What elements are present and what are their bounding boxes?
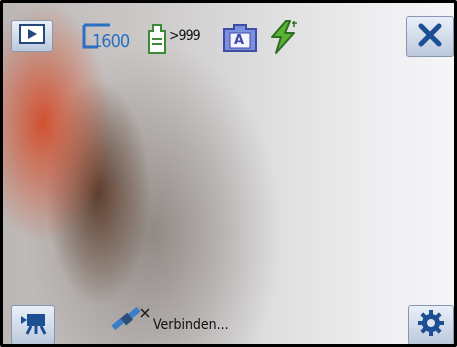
- remaining-shots: >999: [169, 28, 201, 44]
- resolution-value: 1600: [92, 31, 130, 52]
- play-icon: [19, 24, 45, 48]
- flash-icon: [266, 19, 300, 55]
- memory-card-icon: [146, 23, 168, 55]
- play-button[interactable]: [11, 20, 53, 52]
- camera-viewfinder: 1600 >999 A Verbinden...: [0, 0, 457, 347]
- gps-satellite-icon: [110, 305, 152, 339]
- close-button[interactable]: [406, 16, 454, 57]
- gear-icon: [417, 309, 445, 341]
- close-icon: [416, 21, 444, 53]
- video-camera-icon: [19, 311, 47, 339]
- mode-label: A: [234, 33, 245, 48]
- gps-status-text: Verbinden...: [153, 317, 229, 333]
- resolution-icon: 1600: [78, 21, 140, 53]
- settings-button[interactable]: [408, 305, 454, 344]
- video-mode-button[interactable]: [11, 305, 55, 344]
- auto-mode-icon: A: [222, 23, 258, 53]
